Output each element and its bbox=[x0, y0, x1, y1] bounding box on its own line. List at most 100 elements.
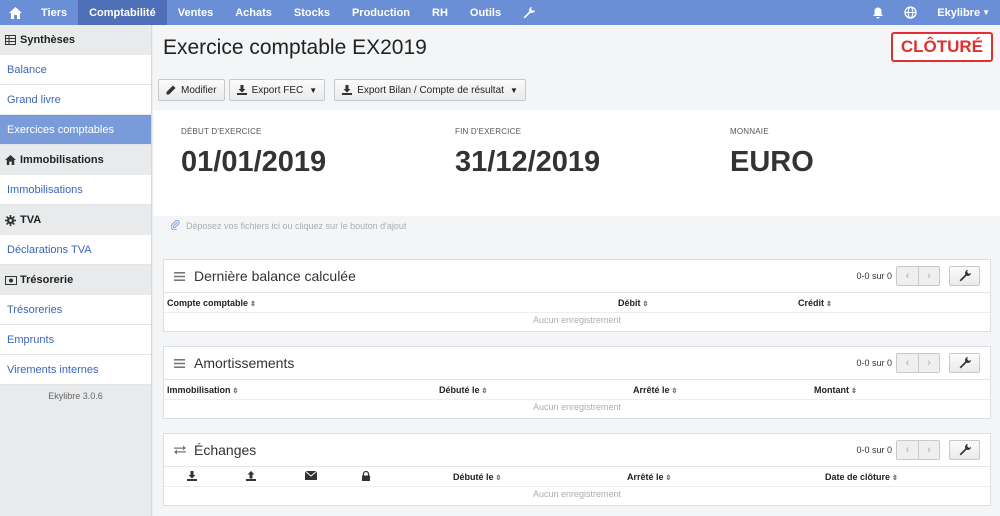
home-icon[interactable] bbox=[0, 0, 30, 25]
end-date-value: 31/12/2019 bbox=[455, 146, 601, 178]
sort-icon: ⇳ bbox=[232, 388, 239, 395]
exchange-icon bbox=[174, 445, 186, 455]
column-header[interactable]: Débuté le ⇳ bbox=[439, 385, 487, 395]
pager: ‹ › bbox=[896, 440, 940, 460]
envelope-icon bbox=[305, 471, 317, 480]
edit-button[interactable]: Modifier bbox=[158, 79, 225, 101]
settings-button[interactable] bbox=[949, 266, 980, 286]
lock-icon bbox=[362, 471, 370, 481]
column-header[interactable]: Immobilisation ⇳ bbox=[167, 385, 238, 395]
column-header[interactable]: Arrêté le ⇳ bbox=[633, 385, 677, 395]
download-icon bbox=[236, 85, 247, 95]
card-title: Amortissements bbox=[194, 355, 295, 371]
column-header[interactable]: Débuté le ⇳ bbox=[453, 472, 501, 482]
app-version: Ekylibre 3.0.6 bbox=[48, 391, 103, 401]
user-menu[interactable]: Ekylibre ▼ bbox=[927, 0, 1000, 25]
card-title: Échanges bbox=[194, 442, 257, 458]
sidebar-item-emprunts[interactable]: Emprunts bbox=[0, 325, 151, 355]
caret-down-icon: ▼ bbox=[309, 85, 318, 95]
download-icon bbox=[187, 471, 197, 481]
sidebar-section-tva: TVA bbox=[0, 205, 151, 235]
fiscal-year-info: DÉBUT D'EXERCICE 01/01/2019 FIN D'EXERCI… bbox=[153, 110, 1000, 216]
sidebar-item-declarations-tva[interactable]: Déclarations TVA bbox=[0, 235, 151, 265]
edit-button-label: Modifier bbox=[181, 84, 217, 96]
export-fec-button[interactable]: Export FEC ▼ bbox=[228, 79, 326, 101]
start-date-block: DÉBUT D'EXERCICE 01/01/2019 bbox=[181, 127, 326, 179]
sort-icon: ⇳ bbox=[250, 301, 256, 308]
caret-down-icon: ▼ bbox=[509, 85, 518, 95]
chevron-left-icon[interactable]: ‹ bbox=[897, 267, 918, 285]
echanges-card: Échanges 0-0 sur 0 ‹ › Débuté le ⇳ Arrêt… bbox=[163, 433, 991, 506]
sidebar-section-label: Synthèses bbox=[20, 34, 76, 46]
sidebar-section-syntheses: Synthèses bbox=[0, 25, 151, 55]
pager-count: 0-0 sur 0 bbox=[856, 445, 892, 455]
nav-outils[interactable]: Outils bbox=[459, 0, 512, 25]
column-header[interactable]: Compte comptable ⇳ bbox=[167, 298, 256, 308]
user-name: Ekylibre bbox=[937, 6, 981, 19]
table-header: Débuté le ⇳ Arrêté le ⇳ Date de clôture ⇳ bbox=[164, 467, 990, 487]
list-icon bbox=[174, 271, 186, 281]
sort-icon: ⇳ bbox=[642, 301, 649, 308]
file-dropzone[interactable]: Déposez vos fichiers ici ou cliquez sur … bbox=[170, 219, 407, 232]
export-bilan-button[interactable]: Export Bilan / Compte de résultat ▼ bbox=[334, 79, 526, 101]
column-header[interactable]: Montant ⇳ bbox=[814, 385, 857, 395]
sort-icon: ⇳ bbox=[495, 475, 502, 482]
export-bilan-label: Export Bilan / Compte de résultat bbox=[357, 84, 504, 96]
wrench-icon[interactable] bbox=[512, 0, 546, 25]
sort-icon: ⇳ bbox=[851, 388, 857, 395]
page-title: Exercice comptable EX2019 bbox=[163, 36, 427, 59]
upload-icon bbox=[246, 471, 256, 481]
chevron-left-icon[interactable]: ‹ bbox=[897, 354, 918, 372]
pager: ‹ › bbox=[896, 353, 940, 373]
sidebar-item-exercices-comptables[interactable]: Exercices comptables bbox=[0, 115, 151, 145]
wrench-icon bbox=[959, 444, 971, 456]
column-header[interactable]: Date de clôture ⇳ bbox=[825, 472, 898, 482]
column-header[interactable]: Arrêté le ⇳ bbox=[627, 472, 671, 482]
sort-icon: ⇳ bbox=[665, 475, 672, 482]
page-header: Exercice comptable EX2019 CLÔTURÉ bbox=[153, 25, 1000, 73]
sidebar-section-label: Trésorerie bbox=[20, 274, 74, 286]
start-date-label: DÉBUT D'EXERCICE bbox=[181, 127, 262, 136]
sort-icon: ⇳ bbox=[826, 301, 832, 308]
nav-tiers[interactable]: Tiers bbox=[30, 0, 78, 25]
nav-comptabilite[interactable]: Comptabilité bbox=[78, 0, 167, 25]
chevron-right-icon[interactable]: › bbox=[918, 354, 939, 372]
sidebar-item-balance[interactable]: Balance bbox=[0, 55, 151, 85]
sidebar-section-tresorerie: Trésorerie bbox=[0, 265, 151, 295]
export-fec-label: Export FEC bbox=[251, 84, 304, 96]
sort-icon: ⇳ bbox=[671, 388, 678, 395]
wrench-icon bbox=[959, 270, 971, 282]
sidebar-section-label: Immobilisations bbox=[20, 154, 104, 166]
chevron-right-icon[interactable]: › bbox=[918, 441, 939, 459]
sidebar: Synthèses Balance Grand livre Exercices … bbox=[0, 25, 152, 516]
paperclip-icon bbox=[170, 219, 180, 232]
settings-button[interactable] bbox=[949, 440, 980, 460]
balance-card-header: Dernière balance calculée 0-0 sur 0 ‹ › bbox=[164, 260, 990, 293]
nav-achats[interactable]: Achats bbox=[224, 0, 283, 25]
card-title: Dernière balance calculée bbox=[194, 268, 356, 284]
dropzone-text: Déposez vos fichiers ici ou cliquez sur … bbox=[186, 221, 407, 231]
chevron-right-icon[interactable]: › bbox=[918, 267, 939, 285]
bell-icon[interactable] bbox=[862, 0, 894, 25]
pencil-icon bbox=[166, 85, 176, 95]
nav-production[interactable]: Production bbox=[341, 0, 421, 25]
column-header[interactable]: Crédit ⇳ bbox=[798, 298, 832, 308]
column-header[interactable]: Débit ⇳ bbox=[618, 298, 648, 308]
end-date-label: FIN D'EXERCICE bbox=[455, 127, 522, 136]
globe-icon[interactable] bbox=[894, 0, 927, 25]
sidebar-item-grand-livre[interactable]: Grand livre bbox=[0, 85, 151, 115]
amortissements-card-header: Amortissements 0-0 sur 0 ‹ › bbox=[164, 347, 990, 380]
balance-card: Dernière balance calculée 0-0 sur 0 ‹ › … bbox=[163, 259, 991, 332]
nav-rh[interactable]: RH bbox=[421, 0, 459, 25]
sidebar-item-tresoreries[interactable]: Trésoreries bbox=[0, 295, 151, 325]
table-header: Immobilisation ⇳ Débuté le ⇳ Arrêté le ⇳ Mo… bbox=[164, 380, 990, 400]
status-badge: CLÔTURÉ bbox=[890, 32, 993, 62]
nav-ventes[interactable]: Ventes bbox=[167, 0, 224, 25]
chevron-left-icon[interactable]: ‹ bbox=[897, 441, 918, 459]
sidebar-section-label: TVA bbox=[20, 214, 42, 226]
wrench-icon bbox=[959, 357, 971, 369]
settings-button[interactable] bbox=[949, 353, 980, 373]
sidebar-item-immobilisations[interactable]: Immobilisations bbox=[0, 175, 151, 205]
sidebar-item-virements-internes[interactable]: Virements internes bbox=[0, 355, 151, 385]
nav-stocks[interactable]: Stocks bbox=[283, 0, 341, 25]
